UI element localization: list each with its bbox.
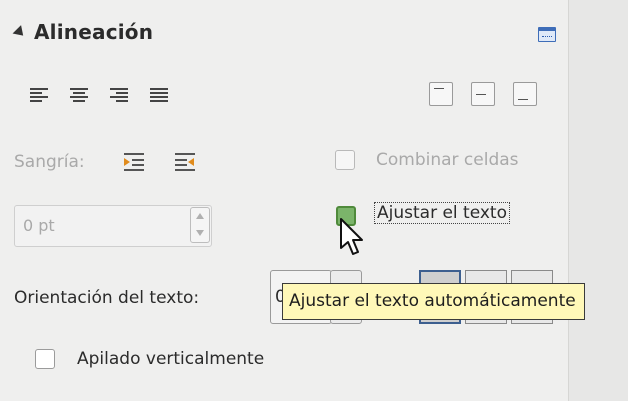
adjacent-panel-area bbox=[568, 0, 628, 401]
indent-spin-field[interactable]: 0 pt bbox=[14, 205, 212, 247]
more-options-icon[interactable] bbox=[538, 27, 556, 42]
align-left-icon[interactable] bbox=[30, 88, 48, 102]
merge-cells-label: Combinar celdas bbox=[376, 150, 519, 170]
indent-label: Sangría: bbox=[14, 152, 85, 172]
collapse-triangle-icon[interactable] bbox=[12, 25, 28, 40]
merge-cells-checkbox[interactable] bbox=[335, 150, 355, 170]
wrap-text-label: Ajustar el texto bbox=[374, 202, 510, 224]
wrap-text-tooltip: Ajustar el texto automáticamente bbox=[282, 283, 585, 320]
alignment-panel bbox=[0, 0, 568, 401]
mouse-cursor-icon bbox=[340, 218, 363, 255]
align-right-icon[interactable] bbox=[110, 88, 128, 102]
decrease-indent-icon[interactable] bbox=[175, 153, 197, 173]
align-bottom-icon[interactable] bbox=[513, 82, 537, 106]
increase-indent-icon[interactable] bbox=[124, 153, 146, 173]
indent-spin-buttons[interactable] bbox=[190, 207, 210, 243]
indent-value: 0 pt bbox=[23, 216, 55, 235]
section-title: Alineación bbox=[34, 20, 154, 44]
stacked-vertically-label: Apilado verticalmente bbox=[77, 349, 265, 369]
section-header[interactable]: Alineación bbox=[12, 20, 154, 44]
align-justify-icon[interactable] bbox=[150, 88, 168, 102]
align-middle-icon[interactable] bbox=[471, 82, 495, 106]
align-center-icon[interactable] bbox=[70, 88, 88, 102]
text-orientation-label: Orientación del texto: bbox=[14, 288, 200, 308]
align-top-icon[interactable] bbox=[429, 82, 453, 106]
stacked-vertically-checkbox[interactable] bbox=[35, 349, 55, 369]
